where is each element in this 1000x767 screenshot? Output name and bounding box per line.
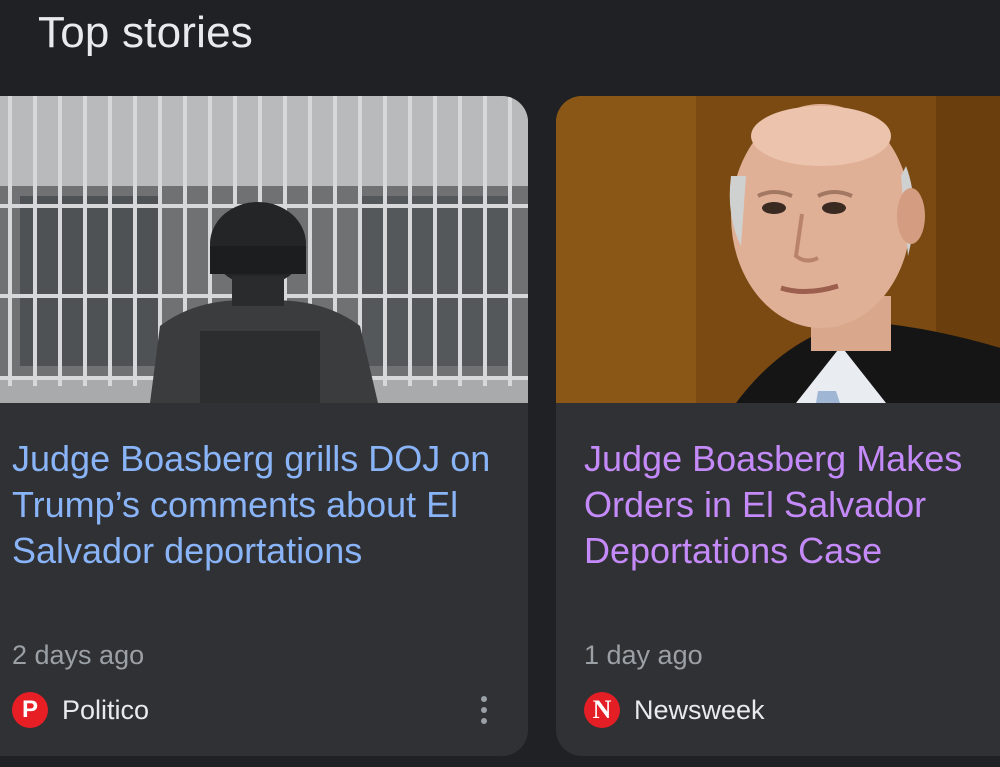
prison-guard-image [0, 96, 528, 403]
source-name: Politico [62, 694, 150, 725]
newsweek-logo-icon: N [584, 692, 620, 728]
story-timestamp: 2 days ago [12, 640, 145, 670]
story-headline[interactable]: Judge Boasberg Makes Orders in El Salvad… [584, 436, 1000, 574]
more-dot [481, 696, 487, 702]
top-stories-page: Top stories Judge Boasberg grills DOJ on… [0, 0, 1000, 767]
story-source: P Politico [12, 692, 149, 728]
story-source: N Newsweek [584, 692, 765, 728]
judge-portrait-image [556, 96, 1000, 403]
politico-logo-icon: P [12, 692, 48, 728]
more-dot [481, 718, 487, 724]
story-card-newsweek[interactable]: Judge Boasberg Makes Orders in El Salvad… [556, 96, 1000, 756]
more-dot [481, 707, 487, 713]
story-card-politico[interactable]: Judge Boasberg grills DOJ on Trump’s com… [0, 96, 528, 756]
story-timestamp: 1 day ago [584, 640, 703, 670]
story-thumbnail[interactable] [0, 96, 528, 403]
story-headline[interactable]: Judge Boasberg grills DOJ on Trump’s com… [12, 436, 492, 574]
story-thumbnail[interactable] [556, 96, 1000, 403]
more-vert-icon[interactable] [470, 692, 498, 728]
section-title: Top stories [38, 8, 253, 57]
source-name: Newsweek [634, 694, 765, 725]
